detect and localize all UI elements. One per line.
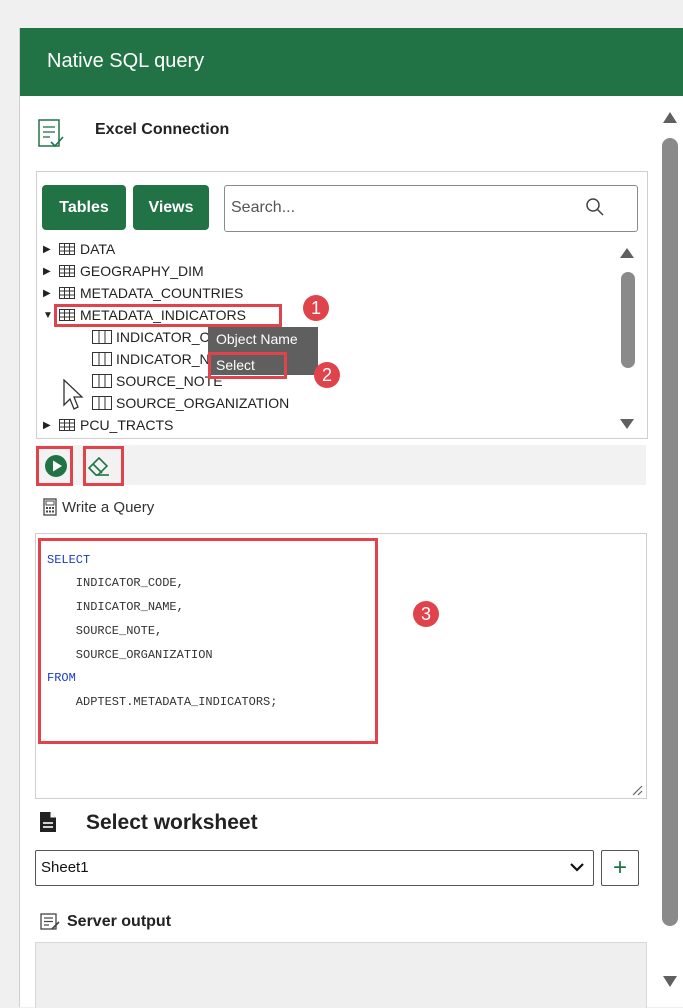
expand-arrow-icon[interactable]: ▶ xyxy=(43,288,54,299)
query-toolbar xyxy=(36,445,646,485)
write-query-label: Write a Query xyxy=(43,498,154,516)
annotation-badge: 2 xyxy=(314,362,340,388)
context-menu-item-object-name[interactable]: Object Name xyxy=(216,327,316,351)
search-input[interactable] xyxy=(231,186,571,229)
column-item[interactable]: SOURCE_ORGANIZATION xyxy=(92,392,289,414)
expand-arrow-icon[interactable]: ▶ xyxy=(43,420,54,431)
annotation-badge: 3 xyxy=(413,601,439,627)
mouse-cursor-icon xyxy=(63,379,84,410)
column-icon xyxy=(92,330,112,344)
server-output-icon xyxy=(40,913,60,930)
chevron-down-icon[interactable] xyxy=(570,862,584,872)
column-name: SOURCE_ORGANIZATION xyxy=(116,395,290,411)
annotation-highlight xyxy=(208,352,287,379)
scrollbar-thumb[interactable] xyxy=(662,138,678,926)
table-name: DATA xyxy=(80,241,116,257)
column-icon xyxy=(92,374,112,388)
annotation-highlight xyxy=(38,538,378,744)
table-item[interactable]: ▶ PCU_TRACTS xyxy=(43,414,173,436)
column-name: SOURCE_NOTE xyxy=(116,373,223,389)
column-icon xyxy=(92,396,112,410)
expand-arrow-icon[interactable]: ▶ xyxy=(43,244,54,255)
search-icon[interactable] xyxy=(585,197,605,217)
tables-button[interactable]: Tables xyxy=(42,185,126,230)
panel-header: Native SQL query xyxy=(20,28,683,96)
server-output-heading: Server output xyxy=(67,913,172,930)
connection-icon xyxy=(38,119,64,148)
document-icon xyxy=(40,812,56,832)
table-item[interactable]: ▶ DATA xyxy=(43,238,115,260)
select-worksheet-heading: Select worksheet xyxy=(86,811,258,834)
table-icon xyxy=(59,419,75,431)
native-sql-panel: Native SQL query Excel Connection Tables… xyxy=(19,28,683,1008)
table-icon xyxy=(59,243,75,255)
annotation-highlight xyxy=(54,304,282,327)
resize-handle-icon[interactable] xyxy=(631,784,643,796)
table-item[interactable]: ▶ GEOGRAPHY_DIM xyxy=(43,260,204,282)
worksheet-select[interactable]: Sheet1 xyxy=(35,850,594,886)
panel-title: Native SQL query xyxy=(47,50,205,72)
annotation-highlight xyxy=(36,446,73,486)
search-box[interactable] xyxy=(224,185,638,232)
tree-scroll-up-icon[interactable] xyxy=(620,248,634,258)
table-name: METADATA_COUNTRIES xyxy=(80,285,244,301)
expand-arrow-icon[interactable]: ▶ xyxy=(43,266,54,277)
annotation-highlight xyxy=(83,446,124,486)
column-icon xyxy=(92,352,112,366)
annotation-badge: 1 xyxy=(303,295,329,321)
scroll-down-icon[interactable] xyxy=(663,976,677,987)
collapse-arrow-icon[interactable]: ▼ xyxy=(43,310,54,321)
column-item[interactable]: SOURCE_NOTE xyxy=(92,370,223,392)
write-query-text: Write a Query xyxy=(62,498,155,516)
table-item[interactable]: ▶ METADATA_COUNTRIES xyxy=(43,282,243,304)
server-output-box xyxy=(35,942,647,1008)
table-name: PCU_TRACTS xyxy=(80,417,174,433)
table-icon xyxy=(59,287,75,299)
table-icon xyxy=(59,265,75,277)
panel-scrollbar[interactable] xyxy=(656,100,683,1007)
calculator-icon xyxy=(43,498,57,516)
views-button[interactable]: Views xyxy=(133,185,209,230)
table-name: GEOGRAPHY_DIM xyxy=(80,263,204,279)
add-worksheet-button[interactable]: + xyxy=(601,850,639,886)
worksheet-select-value: Sheet1 xyxy=(41,859,89,876)
scroll-up-icon[interactable] xyxy=(663,112,677,123)
tree-scrollbar-thumb[interactable] xyxy=(621,272,635,368)
connection-name: Excel Connection xyxy=(95,121,230,138)
tree-scroll-down-icon[interactable] xyxy=(620,419,634,429)
